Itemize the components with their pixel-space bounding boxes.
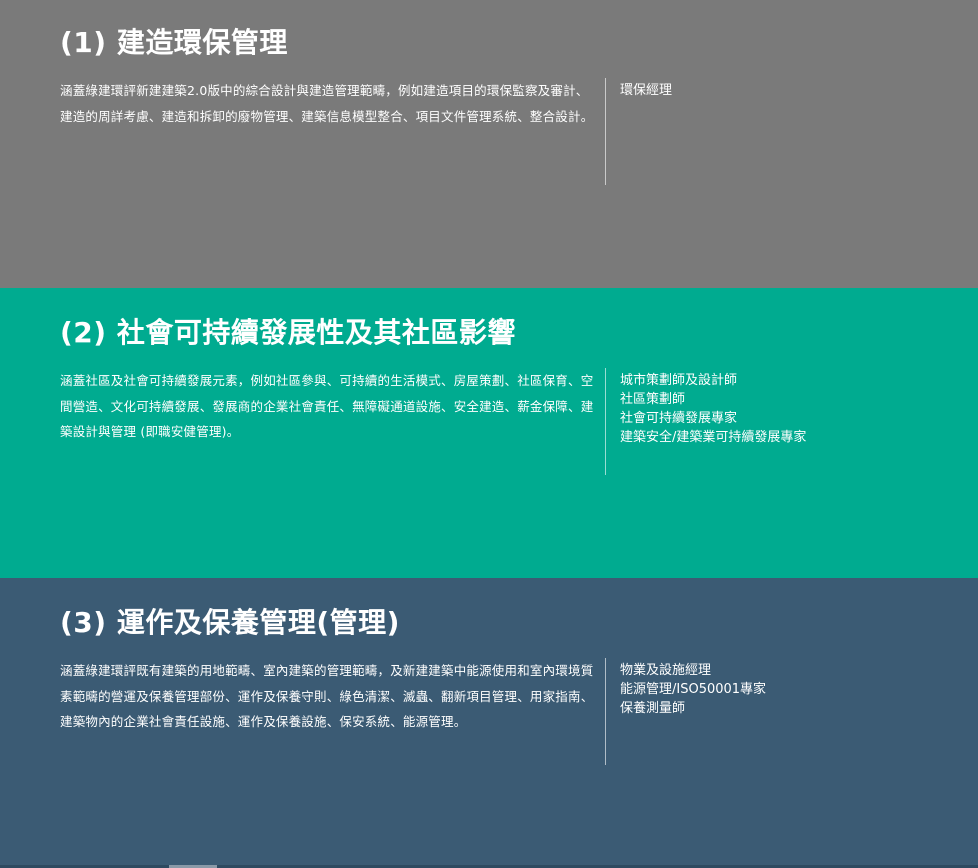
role-item: 社區策劃師 <box>620 392 686 407</box>
section-description: 涵蓋綠建環評既有建築的用地範疇、室內建築的管理範疇，及新建建築中能源使用和室內環… <box>60 663 594 729</box>
role-item: 環保經理 <box>620 83 673 98</box>
role-item: 物業及設施經理 <box>620 663 712 678</box>
section-operation-maintenance: (3) 運作及保養管理(管理) 涵蓋綠建環評既有建築的用地範疇、室內建築的管理範… <box>0 578 978 868</box>
role-item: 能源管理/ISO50001專家 <box>620 682 767 697</box>
section-title: (3) 運作及保養管理(管理) <box>60 606 400 639</box>
role-item: 城市策劃師及設計師 <box>620 373 738 388</box>
section-description: 涵蓋社區及社會可持續發展元素，例如社區參與、可持續的生活模式、房屋策劃、社區保育… <box>60 373 594 439</box>
role-list: 城市策劃師及設計師 社區策劃師 社會可持續發展專家 建築安全/建築業可持續發展專… <box>606 368 806 478</box>
section-construction-environmental-management: (1) 建造環保管理 涵蓋綠建環評新建建築2.0版中的綜合設計與建造管理範疇，例… <box>0 0 978 288</box>
role-item: 保養測量師 <box>620 701 686 716</box>
section-title: (1) 建造環保管理 <box>60 26 288 59</box>
role-list: 物業及設施經理 能源管理/ISO50001專家 保養測量師 <box>606 658 766 768</box>
section-body: 涵蓋綠建環評既有建築的用地範疇、室內建築的管理範疇，及新建建築中能源使用和室內環… <box>60 658 918 768</box>
section-body: 涵蓋綠建環評新建建築2.0版中的綜合設計與建造管理範疇，例如建造項目的環保監察及… <box>60 78 918 188</box>
section-title: (2) 社會可持續發展性及其社區影響 <box>60 316 516 349</box>
section-body: 涵蓋社區及社會可持續發展元素，例如社區參與、可持續的生活模式、房屋策劃、社區保育… <box>60 368 918 478</box>
role-item: 建築安全/建築業可持續發展專家 <box>620 430 807 445</box>
role-list: 環保經理 <box>606 78 672 188</box>
section-description: 涵蓋綠建環評新建建築2.0版中的綜合設計與建造管理範疇，例如建造項目的環保監察及… <box>60 83 594 124</box>
role-item: 社會可持續發展專家 <box>620 411 738 426</box>
section-social-sustainability: (2) 社會可持續發展性及其社區影響 涵蓋社區及社會可持續發展元素，例如社區參與… <box>0 288 978 578</box>
